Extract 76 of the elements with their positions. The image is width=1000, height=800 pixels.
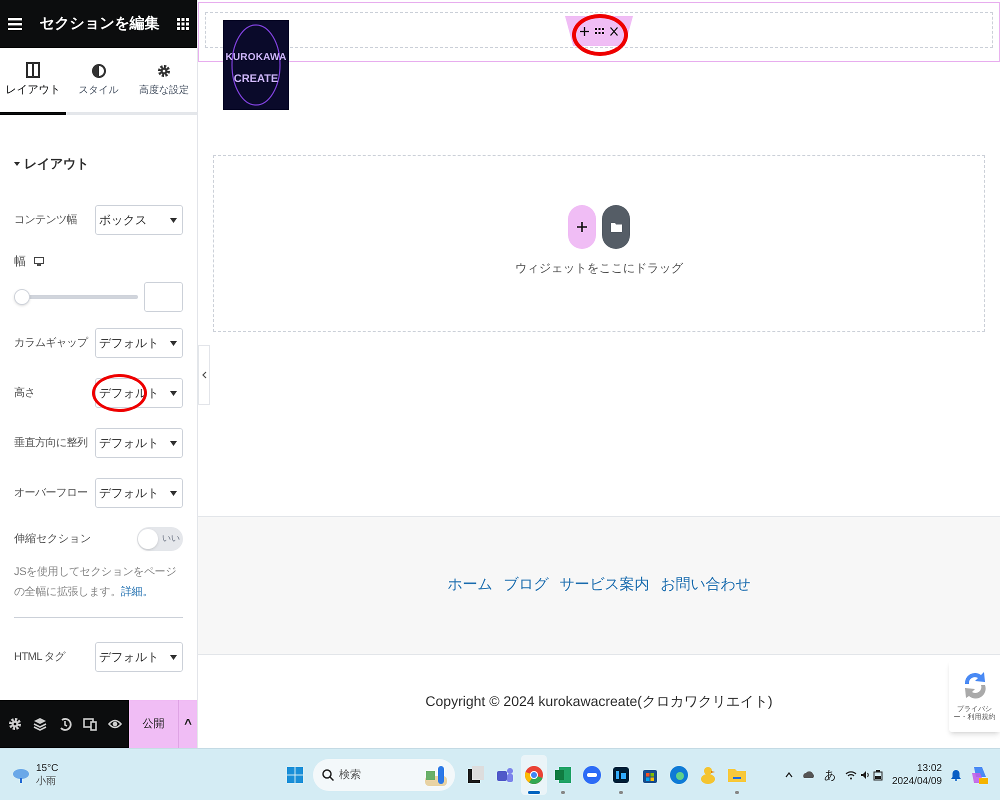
- copyright-text: Copyright © 2024 kurokawacreate(クロカワクリエイト): [425, 692, 773, 711]
- logo-text: CREATE: [234, 72, 278, 88]
- dropdown[interactable]: ボックス: [95, 205, 183, 235]
- weather-temp: 15°C: [36, 762, 58, 774]
- plus-icon: [577, 222, 587, 232]
- expand-button[interactable]: ^: [179, 700, 197, 748]
- caret-icon: [170, 390, 177, 396]
- dropdown[interactable]: デフォルト: [95, 328, 183, 358]
- panel-tab[interactable]: 高度な設定: [131, 48, 198, 112]
- layers-icon[interactable]: [32, 717, 47, 731]
- cloud-icon[interactable]: [802, 770, 815, 779]
- section-toggle[interactable]: レイアウト: [14, 151, 183, 177]
- caret-icon: [170, 440, 177, 446]
- monitor-icon: [34, 256, 44, 266]
- speaker-icon[interactable]: [860, 770, 870, 780]
- caret-icon: [14, 161, 20, 167]
- field-label: 幅: [14, 253, 26, 270]
- history-icon[interactable]: [58, 717, 72, 731]
- field-label: コンテンツ幅: [14, 212, 77, 228]
- caret-icon: [170, 218, 177, 222]
- menu-link[interactable]: サービス案内: [560, 574, 650, 597]
- menu-link[interactable]: お問い合わせ: [660, 574, 750, 597]
- search-field[interactable]: 検索: [313, 758, 455, 790]
- add-template-button[interactable]: [602, 204, 630, 248]
- close-icon[interactable]: [610, 26, 618, 36]
- drop-hint: ウィジェットをここにドラッグ: [515, 260, 683, 276]
- field-label: 垂直方向に整列: [14, 436, 88, 451]
- plus-icon[interactable]: [580, 26, 589, 36]
- columns-icon: [26, 62, 40, 78]
- menu-icon[interactable]: [8, 18, 22, 30]
- details-link[interactable]: 詳細。: [121, 586, 154, 598]
- dropdown[interactable]: デフォルト: [95, 478, 183, 508]
- eye-icon[interactable]: [108, 717, 122, 731]
- help-text: JSを使用してセクションをページの全幅に拡張します。詳細。: [14, 565, 178, 600]
- field-label: カラムギャップ: [14, 336, 88, 351]
- battery-icon[interactable]: [872, 768, 883, 780]
- drag-icon[interactable]: [595, 28, 604, 34]
- publish-button[interactable]: 公開: [129, 700, 180, 748]
- half-circle-icon: [92, 62, 106, 78]
- clock-date[interactable]: 2024/04/09: [892, 774, 942, 788]
- panel-title: セクションを編集: [40, 14, 160, 34]
- number-input[interactable]: [144, 282, 183, 312]
- ime-indicator[interactable]: あ: [824, 766, 836, 784]
- caret-icon: [170, 654, 177, 660]
- field-label: 伸縮セクション: [14, 532, 91, 547]
- panel-tab[interactable]: スタイル: [66, 48, 132, 112]
- folder-icon: [610, 222, 622, 232]
- panel-tab[interactable]: レイアウト: [0, 48, 66, 115]
- slider[interactable]: [14, 289, 138, 305]
- devices-icon[interactable]: [82, 717, 97, 731]
- toggle-switch[interactable]: いい: [137, 527, 183, 551]
- menu-link[interactable]: ホーム: [448, 574, 492, 597]
- chevron-up-icon[interactable]: [784, 772, 793, 778]
- field-label: HTML タグ: [14, 650, 66, 665]
- window-stack-icon: [466, 764, 486, 784]
- windows-start-icon[interactable]: [287, 766, 303, 782]
- bell-icon[interactable]: [951, 768, 961, 780]
- add-section-button[interactable]: [568, 204, 596, 248]
- settings-icon: [157, 62, 172, 78]
- browser-icon: [524, 764, 544, 784]
- slider-thumb[interactable]: [14, 289, 30, 305]
- field-label: オーバーフロー: [14, 486, 88, 501]
- caret-icon: [170, 340, 177, 346]
- search-icon: [322, 768, 334, 780]
- wifi-icon[interactable]: [844, 770, 857, 780]
- dropdown[interactable]: デフォルト: [95, 428, 183, 458]
- chevron-left-icon: [202, 371, 206, 379]
- dropdown[interactable]: デフォルト: [95, 642, 183, 672]
- menu-link[interactable]: ブログ: [504, 574, 548, 597]
- field-label: 高さ: [14, 386, 35, 401]
- duck-icon: [698, 764, 718, 784]
- caret-icon: [170, 490, 177, 496]
- clock-time[interactable]: 13:02: [916, 762, 942, 774]
- weather-condition: 小雨: [36, 774, 57, 788]
- grid-icon[interactable]: [177, 18, 189, 30]
- settings-icon[interactable]: [8, 717, 22, 731]
